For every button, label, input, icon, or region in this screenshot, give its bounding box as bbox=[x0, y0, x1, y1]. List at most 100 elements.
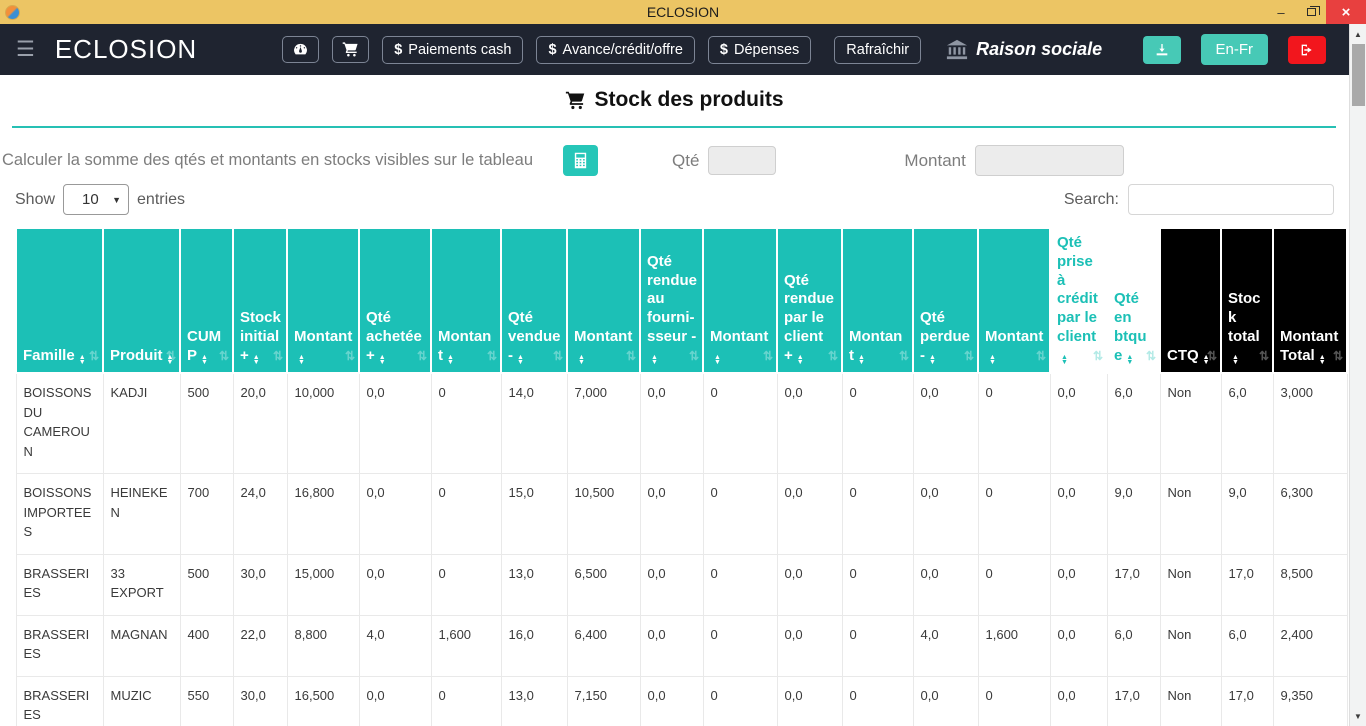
sort-ghost-icon: ⇅ bbox=[828, 349, 838, 364]
column-header-label: Qté rendue au fourni-sseur - bbox=[647, 253, 697, 345]
table-row: BRASSERIESMUZIC55030,016,5000,0013,07,15… bbox=[16, 676, 1347, 726]
language-toggle-button[interactable]: En-Fr bbox=[1201, 34, 1269, 65]
depenses-label: Dépenses bbox=[734, 42, 799, 58]
table-cell: 1,600 bbox=[431, 615, 501, 676]
page-size-value: 10 bbox=[82, 191, 99, 208]
table-cell: 24,0 bbox=[233, 474, 287, 555]
column-header[interactable]: Stock total▲▼⇅ bbox=[1221, 228, 1273, 373]
search-input[interactable] bbox=[1128, 184, 1334, 215]
table-cell: 0 bbox=[842, 676, 913, 726]
page-size-select[interactable]: 10 ▼ bbox=[63, 184, 129, 215]
paiements-cash-button[interactable]: $ Paiements cash bbox=[382, 36, 523, 64]
dollar-icon: $ bbox=[394, 42, 402, 58]
table-cell: 17,0 bbox=[1221, 676, 1273, 726]
table-cell: BOISSONS IMPORTEES bbox=[16, 474, 103, 555]
navbar: ☰ ECLOSION $ Paiements cash $ Avance/cré… bbox=[0, 24, 1366, 75]
bank-icon bbox=[946, 39, 968, 61]
column-header[interactable]: Qté achetée +▲▼⇅ bbox=[359, 228, 431, 373]
table-cell: 13,0 bbox=[501, 554, 567, 615]
rafraichir-button[interactable]: Rafraîchir bbox=[834, 36, 921, 64]
column-header[interactable]: Montant▲▼⇅ bbox=[703, 228, 777, 373]
calculate-button[interactable] bbox=[563, 145, 598, 176]
table-cell: BRASSERIES bbox=[16, 676, 103, 726]
table-cell: 500 bbox=[180, 554, 233, 615]
close-button[interactable]: × bbox=[1326, 0, 1366, 24]
table-cell: 16,0 bbox=[501, 615, 567, 676]
sort-icon: ▲▼ bbox=[517, 355, 524, 365]
column-header[interactable]: Produit▲▼⇅ bbox=[103, 228, 180, 373]
column-header-label: Montant bbox=[985, 328, 1043, 345]
table-cell: 10,500 bbox=[567, 474, 640, 555]
column-header[interactable]: Qté vendue -▲▼⇅ bbox=[501, 228, 567, 373]
download-button[interactable] bbox=[1143, 36, 1181, 64]
column-header[interactable]: Montant▲▼⇅ bbox=[978, 228, 1050, 373]
paiements-cash-label: Paiements cash bbox=[408, 42, 511, 58]
column-header[interactable]: Montant▲▼⇅ bbox=[287, 228, 359, 373]
table-cell: MUZIC bbox=[103, 676, 180, 726]
column-header[interactable]: CTQ▲▼⇅ bbox=[1160, 228, 1221, 373]
sort-icon: ▲▼ bbox=[714, 355, 721, 365]
column-header[interactable]: CUMP▲▼⇅ bbox=[180, 228, 233, 373]
table-cell: MAGNAN bbox=[103, 615, 180, 676]
dashboard-button[interactable] bbox=[282, 36, 319, 63]
calc-label: Calculer la somme des qtés et montants e… bbox=[2, 151, 533, 170]
scroll-down-icon[interactable]: ▼ bbox=[1350, 708, 1366, 724]
table-cell: 0 bbox=[431, 474, 501, 555]
minimize-button[interactable]: – bbox=[1266, 0, 1296, 24]
column-header[interactable]: Montant▲▼⇅ bbox=[431, 228, 501, 373]
sort-ghost-icon: ⇅ bbox=[964, 349, 974, 364]
table-cell: BRASSERIES bbox=[16, 615, 103, 676]
sort-ghost-icon: ⇅ bbox=[763, 349, 773, 364]
column-header[interactable]: Stock initial +▲▼⇅ bbox=[233, 228, 287, 373]
table-cell: 15,000 bbox=[287, 554, 359, 615]
qte-input[interactable] bbox=[708, 146, 776, 175]
column-header[interactable]: Qté rendue par le client +▲▼⇅ bbox=[777, 228, 842, 373]
table-header-row: Famille▲▼⇅Produit▲▼⇅CUMP▲▼⇅Stock initial… bbox=[16, 228, 1347, 373]
table-cell: 6,400 bbox=[567, 615, 640, 676]
table-cell: 6,0 bbox=[1221, 373, 1273, 474]
table-cell: 33 EXPORT bbox=[103, 554, 180, 615]
scrollbar-thumb[interactable] bbox=[1352, 44, 1365, 106]
montant-input[interactable] bbox=[975, 145, 1124, 176]
column-header[interactable]: Qté en btque▲▼⇅ bbox=[1107, 228, 1160, 373]
column-header[interactable]: Qté prise à crédit par le client▲▼⇅ bbox=[1050, 228, 1107, 373]
scroll-up-icon[interactable]: ▲ bbox=[1350, 26, 1366, 42]
table-cell: 0 bbox=[703, 474, 777, 555]
column-header-label: Qté perdue - bbox=[920, 309, 970, 364]
table-controls: Show 10 ▼ entries Search: bbox=[15, 184, 1334, 215]
depenses-button[interactable]: $ Dépenses bbox=[708, 36, 811, 64]
table-cell: 8,500 bbox=[1273, 554, 1347, 615]
dollar-icon: $ bbox=[548, 42, 556, 58]
avance-credit-button[interactable]: $ Avance/crédit/offre bbox=[536, 36, 694, 64]
sort-icon: ▲▼ bbox=[1319, 355, 1326, 365]
table-cell: 0,0 bbox=[913, 554, 978, 615]
stock-table: Famille▲▼⇅Produit▲▼⇅CUMP▲▼⇅Stock initial… bbox=[15, 227, 1348, 726]
table-cell: 0 bbox=[703, 676, 777, 726]
table-cell: 0,0 bbox=[913, 474, 978, 555]
table-cell: 0,0 bbox=[359, 474, 431, 555]
sort-icon: ▲▼ bbox=[1061, 355, 1068, 365]
column-header[interactable]: Famille▲▼⇅ bbox=[16, 228, 103, 373]
restore-button[interactable] bbox=[1296, 0, 1326, 24]
table-cell: 7,000 bbox=[567, 373, 640, 474]
sort-ghost-icon: ⇅ bbox=[487, 349, 497, 364]
column-header[interactable]: Montant Total▲▼⇅ bbox=[1273, 228, 1347, 373]
sort-icon: ▲▼ bbox=[379, 355, 386, 365]
hamburger-menu-icon[interactable]: ☰ bbox=[16, 37, 35, 62]
column-header[interactable]: Qté perdue -▲▼⇅ bbox=[913, 228, 978, 373]
avance-credit-label: Avance/crédit/offre bbox=[563, 42, 683, 58]
table-cell: 0,0 bbox=[1050, 474, 1107, 555]
sign-out-icon bbox=[1299, 42, 1315, 58]
cart-button[interactable] bbox=[332, 36, 369, 63]
column-header[interactable]: Montant▲▼⇅ bbox=[842, 228, 913, 373]
column-header[interactable]: Montant▲▼⇅ bbox=[567, 228, 640, 373]
vertical-scrollbar[interactable]: ▲ ▼ bbox=[1349, 24, 1366, 726]
column-header-label: Stock total bbox=[1228, 290, 1261, 345]
logout-button[interactable] bbox=[1288, 36, 1326, 64]
window-titlebar: ECLOSION – × bbox=[0, 0, 1366, 24]
table-cell: 0,0 bbox=[777, 676, 842, 726]
table-cell: 500 bbox=[180, 373, 233, 474]
sort-ghost-icon: ⇅ bbox=[626, 349, 636, 364]
column-header[interactable]: Qté rendue au fourni-sseur -▲▼⇅ bbox=[640, 228, 703, 373]
table-cell: 1,600 bbox=[978, 615, 1050, 676]
